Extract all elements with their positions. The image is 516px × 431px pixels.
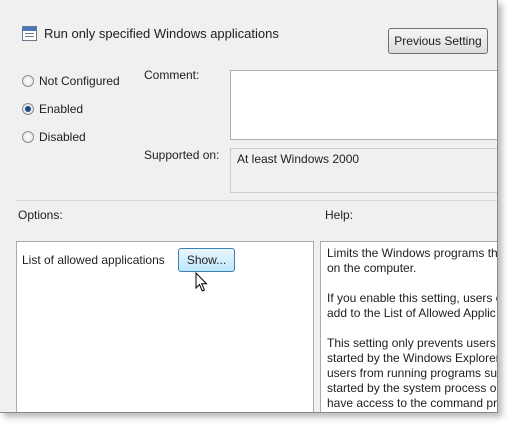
help-text-line: have access to the command pr (327, 396, 498, 410)
help-text-line: If you enable this setting, users c (327, 291, 498, 305)
policy-setting-window: Run only specified Windows applications … (0, 0, 498, 413)
comment-label: Comment: (144, 68, 200, 82)
radio-disabled[interactable]: Disabled (22, 130, 86, 144)
help-text-line: This setting only prevents users t (327, 336, 498, 350)
window-title: Run only specified Windows applications (44, 26, 279, 41)
help-text-line: users from running programs su (327, 366, 498, 380)
radio-label: Disabled (39, 130, 86, 144)
radio-button-icon (22, 75, 34, 87)
help-label: Help: (325, 208, 354, 222)
radio-label: Not Configured (39, 74, 120, 88)
help-text-line: started by the Windows Explorer (327, 351, 498, 365)
help-text-line: on the computer. (327, 261, 417, 275)
supported-on-label: Supported on: (144, 148, 220, 162)
supported-on-value: At least Windows 2000 (230, 148, 497, 193)
radio-enabled[interactable]: Enabled (22, 102, 83, 116)
help-text-line: started by the system process or (327, 381, 498, 395)
show-button[interactable]: Show... (178, 248, 235, 272)
help-panel[interactable]: Limits the Windows programs th on the co… (320, 241, 498, 412)
policy-setting-icon (22, 26, 37, 41)
radio-button-selected-icon (22, 103, 34, 115)
previous-setting-button[interactable]: Previous Setting (388, 28, 488, 54)
radio-button-icon (22, 131, 34, 143)
allowed-apps-label: List of allowed applications (22, 253, 165, 267)
options-label: Options: (18, 208, 63, 222)
help-text-gap (327, 321, 497, 336)
radio-label: Enabled (39, 102, 84, 116)
radio-not-configured[interactable]: Not Configured (22, 74, 120, 88)
help-text-line: Limits the Windows programs th (327, 246, 498, 260)
help-text-gap (327, 276, 497, 291)
help-text-line: add to the List of Allowed Applic (327, 306, 496, 320)
divider (16, 200, 497, 201)
mouse-pointer-icon (195, 272, 208, 292)
comment-textarea[interactable] (230, 70, 497, 140)
